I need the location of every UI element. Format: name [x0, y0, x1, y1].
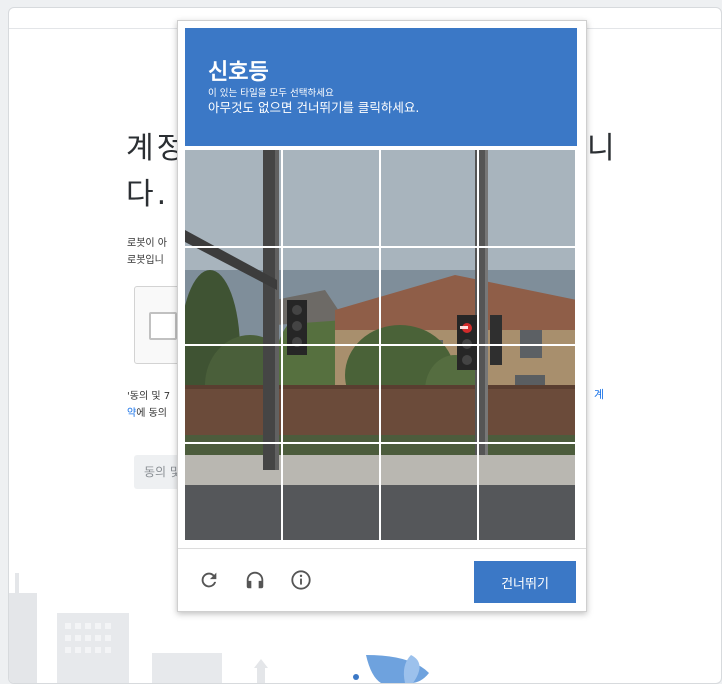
reload-icon[interactable] [195, 566, 223, 594]
captcha-tile[interactable] [185, 150, 281, 246]
captcha-header: 신호등 이 있는 타일을 모두 선택하세요 아무것도 없으면 건너뛰기를 클릭하… [185, 28, 577, 146]
captcha-tile[interactable] [283, 150, 379, 246]
terms-text-line1: '동의 및 7 [127, 391, 171, 402]
captcha-image-grid [185, 150, 577, 542]
skip-button[interactable]: 건너뛰기 [474, 561, 576, 603]
robot-text-line2: 로봇입니 [127, 255, 164, 266]
info-icon[interactable] [287, 566, 315, 594]
captcha-title: 신호등 [208, 60, 269, 85]
recaptcha-checkbox[interactable] [149, 312, 177, 340]
captcha-tile[interactable] [479, 346, 575, 442]
captcha-tile[interactable] [479, 150, 575, 246]
footer-divider [178, 548, 586, 549]
captcha-instruction: 아무것도 없으면 건너뛰기를 클릭하세요. [208, 100, 420, 115]
captcha-tile[interactable] [185, 444, 281, 540]
robot-text-line1: 로봇이 아 [127, 238, 167, 249]
captcha-instruction-small: 이 있는 타일을 모두 선택하세요 [208, 88, 334, 99]
audio-icon[interactable] [241, 566, 269, 594]
terms-link-right[interactable]: 계 [594, 386, 604, 402]
captcha-tile[interactable] [479, 444, 575, 540]
captcha-tile[interactable] [283, 248, 379, 344]
terms-link[interactable]: 약 [127, 408, 136, 419]
captcha-tile[interactable] [185, 248, 281, 344]
captcha-challenge-dialog: 신호등 이 있는 타일을 모두 선택하세요 아무것도 없으면 건너뛰기를 클릭하… [177, 20, 587, 612]
captcha-tile[interactable] [381, 150, 477, 246]
captcha-tile[interactable] [283, 346, 379, 442]
captcha-tile[interactable] [479, 248, 575, 344]
captcha-tile[interactable] [283, 444, 379, 540]
page-heading-tail: 니 [587, 131, 615, 166]
terms-text-line2: 약에 동의 [127, 404, 167, 419]
captcha-tile[interactable] [185, 346, 281, 442]
terms-text-rest: 에 동의 [136, 408, 167, 419]
captcha-tile[interactable] [381, 248, 477, 344]
captcha-tile[interactable] [381, 346, 477, 442]
captcha-tile[interactable] [381, 444, 477, 540]
